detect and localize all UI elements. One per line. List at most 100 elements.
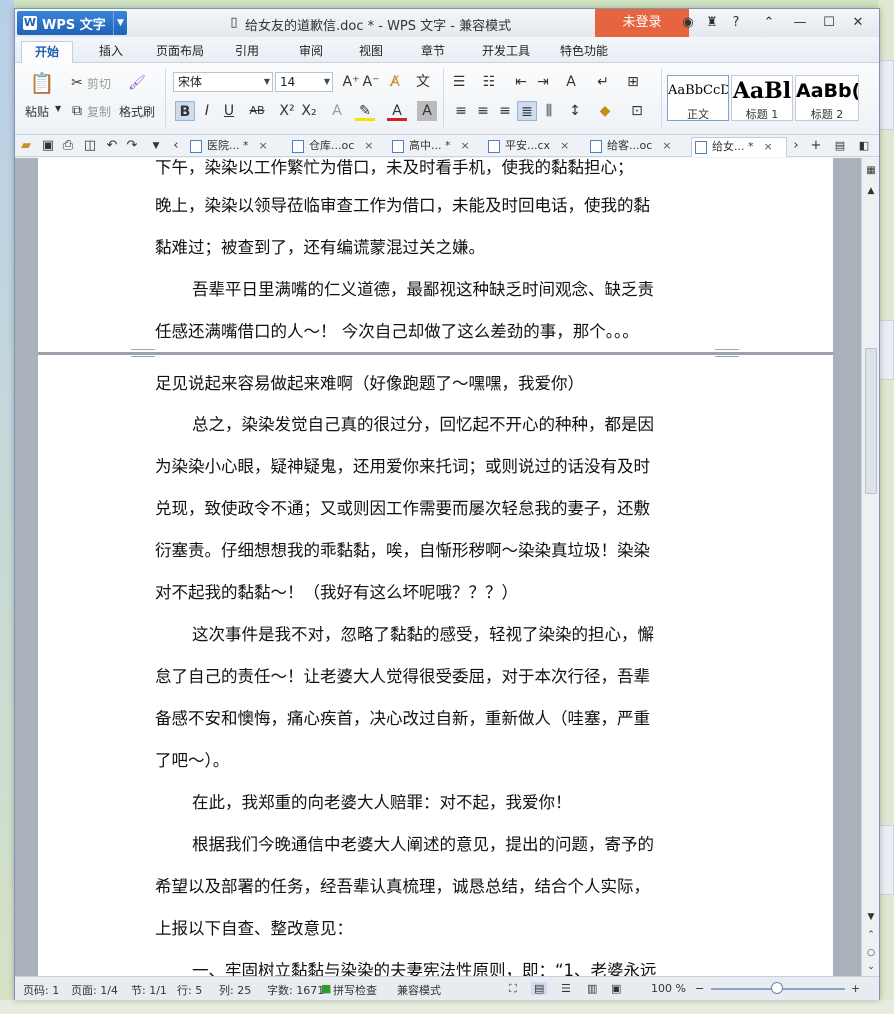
table-icon[interactable]: ⊞ [623,72,643,92]
doc-tab[interactable]: 仓库...oc × [289,137,385,157]
doc-tab-active[interactable]: 给女... * × [691,137,787,157]
align-center-icon[interactable]: ≡ [473,101,493,121]
zoom-slider-knob[interactable] [771,982,783,994]
help-icon[interactable]: ? [727,14,745,32]
text-effect-icon[interactable]: A [327,101,347,121]
font-color-icon[interactable]: A [387,101,407,121]
ruler-toggle-icon[interactable]: ▦ [862,162,880,180]
chevron-left-icon[interactable]: ‹ [167,137,185,155]
spell-check-button[interactable]: 拼写检查 [333,982,377,998]
tab-chapter[interactable]: 章节 [411,41,455,63]
brush-icon[interactable]: 🖌 [127,73,147,93]
tab-view[interactable]: 视图 [349,41,393,63]
chevron-down-icon[interactable]: ▼ [113,11,127,35]
decrease-indent-icon[interactable]: ⇤ [511,72,531,92]
tab-special[interactable]: 特色功能 [551,41,617,63]
tab-developer[interactable]: 开发工具 [473,41,539,63]
close-icon[interactable]: × [662,139,671,152]
document-area[interactable]: 下午，染染以工作繁忙为借口，未及时看手机，使我的黏黏担心； 晚上，染染以领导莅临… [15,158,861,976]
style-heading2[interactable]: AaBb( 标题 2 [795,75,859,121]
vertical-scrollbar[interactable]: ▦ ▲ ▼ ⌃ ○ ⌄ [861,158,879,976]
skin-icon[interactable]: ◉ [679,14,697,32]
print-icon[interactable]: ⎙ [59,137,77,155]
bold-icon[interactable]: B [175,101,195,121]
shirt-icon[interactable]: ♜ [703,14,721,32]
close-icon[interactable]: × [560,139,569,152]
font-select[interactable]: 宋体 ▼ [173,72,273,92]
doc-tab[interactable]: 医院... * × [187,137,277,157]
paste-icon[interactable]: 📋 [29,73,55,99]
status-page[interactable]: 页面: 1/4 [71,982,118,998]
copy-button[interactable]: 复制 [87,103,111,120]
tab-page-layout[interactable]: 页面布局 [145,41,215,63]
strikethrough-icon[interactable]: AB [247,101,267,121]
scissors-icon[interactable]: ✂ [67,73,87,93]
borders-icon[interactable]: ⊡ [627,101,647,121]
style-heading1[interactable]: AaBl 标题 1 [731,75,793,121]
clear-format-icon[interactable]: A̸ [385,72,405,92]
scrollbar-thumb[interactable] [865,348,877,494]
line-spacing-icon[interactable]: ↕ [565,101,585,121]
format-painter-button[interactable]: 格式刷 [119,103,155,120]
tab-back-icon[interactable]: ◧ [855,137,873,155]
tab-review[interactable]: 审阅 [289,41,333,63]
tab-references[interactable]: 引用 [225,41,269,63]
copy-icon[interactable]: ⧉ [67,101,87,121]
minimize-ribbon-icon[interactable]: ⌃ [760,14,778,32]
italic-icon[interactable]: I [197,101,217,121]
tab-insert[interactable]: 插入 [85,41,137,63]
web-view-icon[interactable]: ▥ [587,982,597,995]
close-icon[interactable]: ✕ [849,14,867,32]
align-right-icon[interactable]: ≡ [495,101,515,121]
underline-icon[interactable]: U [219,101,239,121]
reading-view-icon[interactable]: ▣ [611,982,621,995]
paste-button[interactable]: 粘贴 [25,103,49,120]
superscript-icon[interactable]: X² [277,101,297,121]
close-icon[interactable]: × [364,139,373,152]
tab-list-icon[interactable]: ▤ [831,137,849,155]
align-left-icon[interactable]: ≡ [451,101,471,121]
paragraph-mark-icon[interactable]: ↵ [593,72,613,92]
shrink-font-icon[interactable]: A⁻ [361,72,381,92]
shading-icon[interactable]: ◆ [595,101,615,121]
redo-icon[interactable]: ↷ [123,137,141,155]
chevron-down-icon[interactable]: ▼ [147,137,165,155]
undo-icon[interactable]: ↶ [103,137,121,155]
zoom-level[interactable]: 100 % [651,982,686,995]
style-normal[interactable]: AaBbCcD 正文 [667,75,729,121]
next-page-icon[interactable]: ⌄ [862,958,880,976]
numbered-list-icon[interactable]: ☷ [479,72,499,92]
close-icon[interactable]: × [461,139,470,152]
increase-indent-icon[interactable]: ⇥ [533,72,553,92]
scroll-down-icon[interactable]: ▼ [862,908,880,926]
zoom-out-icon[interactable]: − [695,982,704,995]
close-icon[interactable]: × [764,140,773,153]
grow-font-icon[interactable]: A⁺ [341,72,361,92]
page-view-icon[interactable]: ▤ [531,982,548,995]
app-menu-button[interactable]: W WPS 文字 ▼ [17,11,127,35]
char-shading-icon[interactable]: A [417,101,437,121]
chevron-down-icon[interactable]: ▼ [55,104,61,113]
status-word-count[interactable]: 字数: 1671 [267,982,324,998]
minimize-icon[interactable]: — [791,14,809,32]
document-page[interactable]: 下午，染染以工作繁忙为借口，未及时看手机，使我的黏黏担心； 晚上，染染以领导莅临… [38,158,833,976]
chevron-right-icon[interactable]: › [787,137,805,155]
zoom-in-icon[interactable]: + [851,982,860,995]
cut-button[interactable]: 剪切 [87,75,111,92]
change-case-icon[interactable]: A [561,72,581,92]
close-icon[interactable]: × [259,139,268,152]
fullscreen-icon[interactable]: ⛶ [509,982,517,996]
bullet-list-icon[interactable]: ☰ [449,72,469,92]
phonetic-icon[interactable]: 文 [413,72,433,92]
maximize-icon[interactable]: ☐ [820,14,838,32]
print-preview-icon[interactable]: ◫ [81,137,99,155]
distributed-icon[interactable]: ⫼ [539,101,559,121]
new-tab-icon[interactable]: + [807,137,825,155]
font-size-select[interactable]: 14 ▼ [275,72,333,92]
login-button[interactable]: 未登录 [595,9,689,37]
doc-tab[interactable]: 给客...oc × [587,137,687,157]
save-icon[interactable]: ▣ [39,137,57,155]
subscript-icon[interactable]: X₂ [299,101,319,121]
doc-tab[interactable]: 平安...cx × [485,137,581,157]
open-folder-icon[interactable]: ▰ [17,137,35,155]
